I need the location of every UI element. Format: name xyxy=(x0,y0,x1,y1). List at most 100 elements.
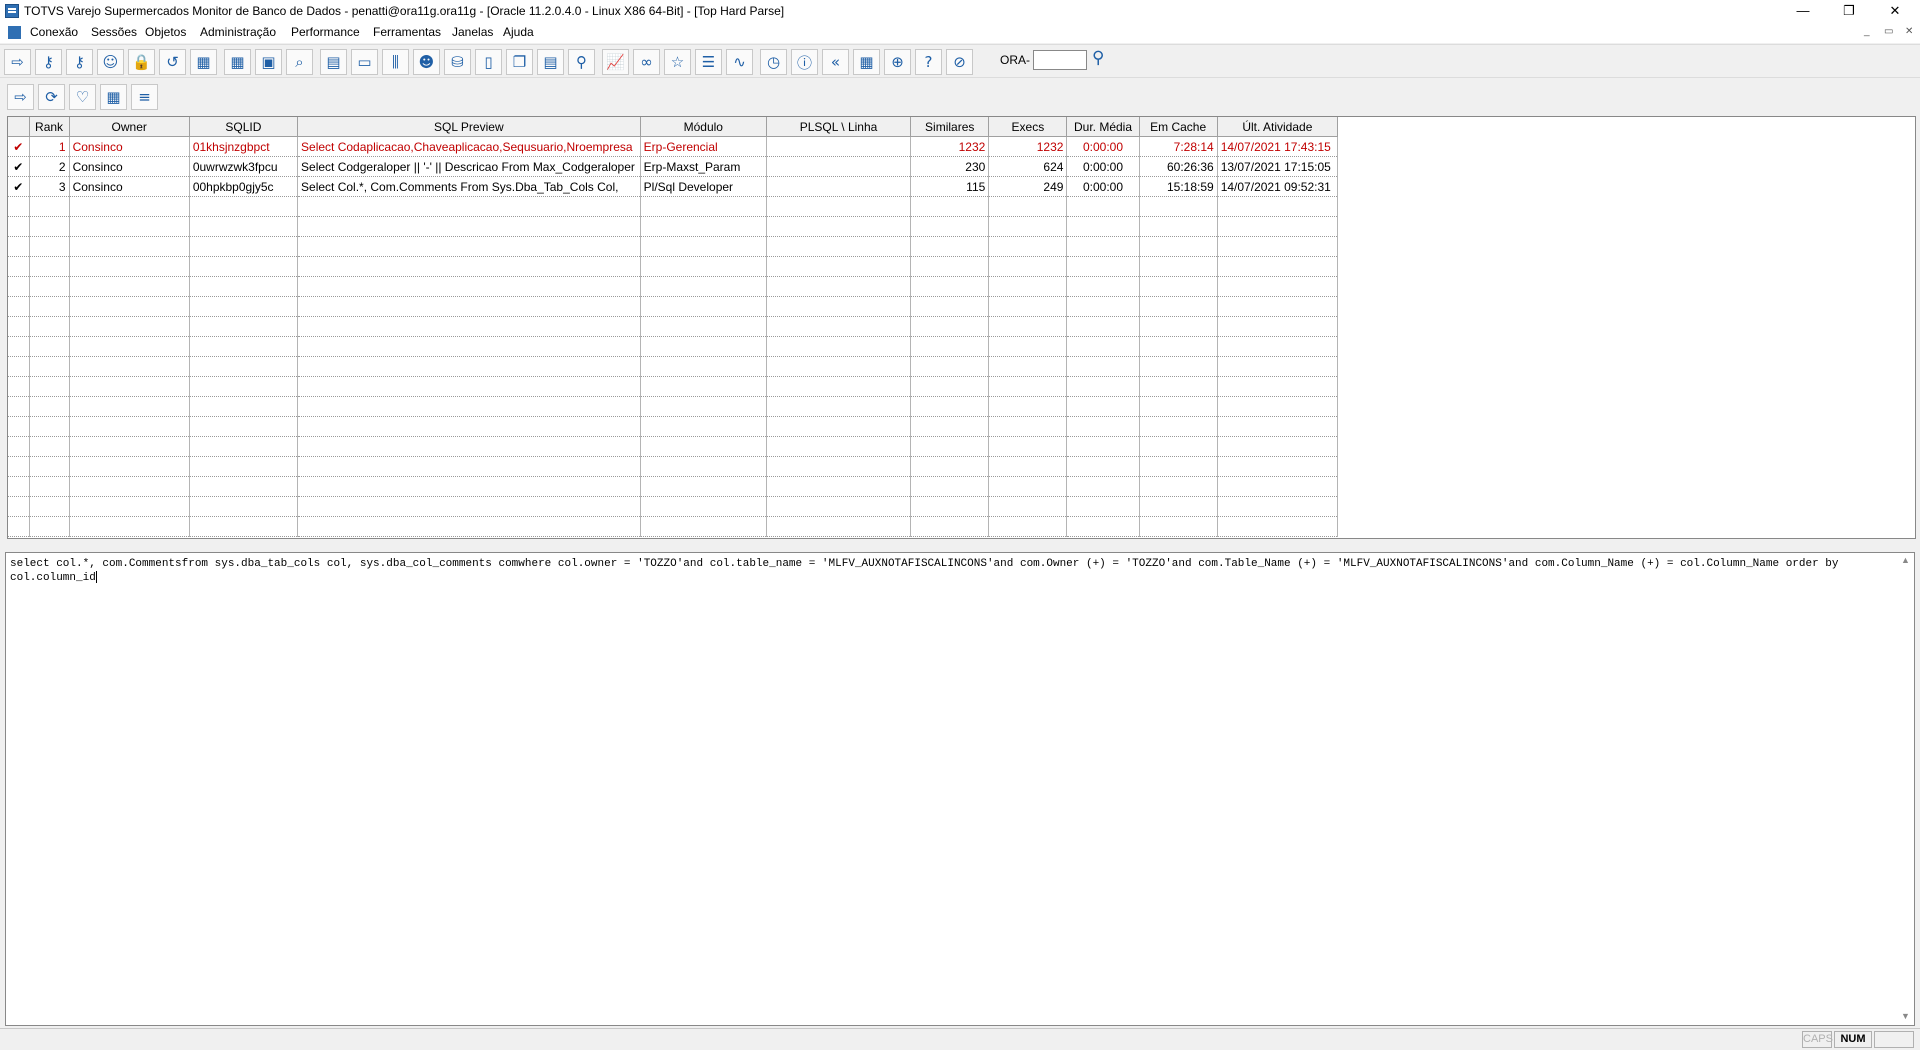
search-icon[interactable]: ⚲ xyxy=(1092,48,1104,68)
col-header-owner[interactable]: Owner xyxy=(69,117,190,137)
close-button[interactable]: ✕ xyxy=(1872,0,1918,23)
clock-icon[interactable]: ◷ xyxy=(760,49,787,75)
row-rank[interactable]: 3 xyxy=(29,176,70,197)
row-sqlid[interactable]: 0uwrwzwk3fpcu xyxy=(189,156,299,177)
list-icon[interactable]: ≡ xyxy=(131,84,158,110)
top-hard-parse-grid[interactable]: Rank Owner SQLID SQL Preview Módulo PLSQ… xyxy=(7,116,1916,539)
chart-icon[interactable]: 📈 xyxy=(602,49,629,75)
table-row[interactable]: ✔ 2 Consinco 0uwrwzwk3fpcu Select Codgeralop… xyxy=(8,156,1339,177)
row-module[interactable]: Pl/Sql Developer xyxy=(640,176,767,197)
row-sql-preview[interactable]: Select Codgeraloper || '-' || Descricao … xyxy=(297,156,641,177)
row-execs[interactable]: 1232 xyxy=(988,136,1068,157)
stop-icon[interactable]: ⊘ xyxy=(946,49,973,75)
exit-icon[interactable]: ⇨ xyxy=(4,49,31,75)
zoom-icon[interactable]: ⌕ xyxy=(286,49,313,75)
table-row[interactable]: ✔ 1 Consinco 01khsjnzgbpct Select Codaplicac… xyxy=(8,136,1339,157)
col-header-em-cache[interactable]: Em Cache xyxy=(1139,117,1218,137)
database-icon[interactable]: ⛁ xyxy=(444,49,471,75)
key-search-icon[interactable]: ⚷ xyxy=(66,49,93,75)
editor-scrollbar[interactable]: ▲ ▼ xyxy=(1898,553,1914,1025)
row-similares[interactable]: 230 xyxy=(910,156,990,177)
col-header-modulo[interactable]: Módulo xyxy=(640,117,767,137)
mdi-minimize-button[interactable]: _ xyxy=(1864,26,1870,37)
col-header-similares[interactable]: Similares xyxy=(910,117,990,137)
ora-error-input[interactable] xyxy=(1033,50,1087,70)
scroll-up-icon[interactable]: ▲ xyxy=(1901,555,1910,565)
lightbulb-icon[interactable]: ♡ xyxy=(69,84,96,110)
users-icon[interactable]: ☻ xyxy=(413,49,440,75)
row-owner[interactable]: Consinco xyxy=(69,176,190,197)
scroll-down-icon[interactable]: ▼ xyxy=(1901,1011,1910,1021)
row-similares[interactable]: 1232 xyxy=(910,136,990,157)
report-icon[interactable]: ▤ xyxy=(320,49,347,75)
col-header-execs[interactable]: Execs xyxy=(988,117,1068,137)
row-dur-media[interactable]: 0:00:00 xyxy=(1066,176,1140,197)
row-sqlid[interactable]: 01khsjnzgbpct xyxy=(189,136,299,157)
storage-icon[interactable]: ▭ xyxy=(351,49,378,75)
row-check[interactable]: ✔ xyxy=(8,156,30,177)
col-header-rank[interactable]: Rank xyxy=(29,117,70,137)
mdi-close-button[interactable]: ✕ xyxy=(1905,26,1913,37)
row-owner[interactable]: Consinco xyxy=(69,136,190,157)
calculator-icon[interactable]: ▦ xyxy=(853,49,880,75)
row-plsql[interactable] xyxy=(766,136,912,157)
exit-icon[interactable]: ⇨ xyxy=(7,84,34,110)
menu-ferramentas[interactable]: Ferramentas xyxy=(373,25,441,39)
menu-janelas[interactable]: Janelas xyxy=(452,25,493,39)
col-header-plsql-linha[interactable]: PLSQL \ Linha xyxy=(766,117,912,137)
row-check[interactable]: ✔ xyxy=(8,176,30,197)
rewind-icon[interactable]: « xyxy=(822,49,849,75)
row-em-cache[interactable]: 60:26:36 xyxy=(1139,156,1218,177)
pulse-icon[interactable]: ∿ xyxy=(726,49,753,75)
menu-sessoes[interactable]: Sessões xyxy=(91,25,137,39)
link-icon[interactable]: ∞ xyxy=(633,49,660,75)
row-dur-media[interactable]: 0:00:00 xyxy=(1066,156,1140,177)
row-execs[interactable]: 624 xyxy=(988,156,1068,177)
documents-icon[interactable]: ❐ xyxy=(506,49,533,75)
list-icon[interactable]: ☰ xyxy=(695,49,722,75)
calendar-settings-icon[interactable]: ▦ xyxy=(224,49,251,75)
row-module[interactable]: Erp-Gerencial xyxy=(640,136,767,157)
row-ult-atividade[interactable]: 14/07/2021 17:43:15 xyxy=(1217,136,1339,157)
history-icon[interactable]: ↺ xyxy=(159,49,186,75)
globe-icon[interactable]: ⊕ xyxy=(884,49,911,75)
calendar-icon[interactable]: ▦ xyxy=(100,84,127,110)
col-header-check[interactable] xyxy=(8,117,30,137)
row-dur-media[interactable]: 0:00:00 xyxy=(1066,136,1140,157)
table-row[interactable]: ✔ 3 Consinco 00hpkbp0gjy5c Select Col.*, Com… xyxy=(8,176,1339,197)
sql-editor[interactable]: select col.*, com.Commentsfrom sys.dba_t… xyxy=(5,552,1915,1026)
help-icon[interactable]: ? xyxy=(915,49,942,75)
row-ult-atividade[interactable]: 14/07/2021 09:52:31 xyxy=(1217,176,1339,197)
minimize-button[interactable]: — xyxy=(1780,0,1826,23)
row-module[interactable]: Erp-Maxst_Param xyxy=(640,156,767,177)
col-header-sqlid[interactable]: SQLID xyxy=(189,117,299,137)
row-similares[interactable]: 115 xyxy=(910,176,990,197)
restore-button[interactable]: ❐ xyxy=(1826,0,1872,23)
col-header-sql-preview[interactable]: SQL Preview xyxy=(297,117,641,137)
row-sql-preview[interactable]: Select Codaplicacao,Chaveaplicacao,Sequs… xyxy=(297,136,641,157)
sql-text[interactable]: select col.*, com.Commentsfrom sys.dba_t… xyxy=(10,557,1890,585)
row-em-cache[interactable]: 7:28:14 xyxy=(1139,136,1218,157)
mdi-restore-button[interactable]: ▭ xyxy=(1884,26,1893,37)
calendar-icon[interactable]: ▦ xyxy=(190,49,217,75)
menu-conexao[interactable]: Conexão xyxy=(30,25,78,39)
row-rank[interactable]: 2 xyxy=(29,156,70,177)
refresh-icon[interactable]: ⟳ xyxy=(38,84,65,110)
star-icon[interactable]: ☆ xyxy=(664,49,691,75)
row-check[interactable]: ✔ xyxy=(8,136,30,157)
menu-administracao[interactable]: Administração xyxy=(200,25,276,39)
row-sqlid[interactable]: 00hpkbp0gjy5c xyxy=(189,176,299,197)
lock-icon[interactable]: 🔒 xyxy=(128,49,155,75)
key-icon[interactable]: ⚷ xyxy=(35,49,62,75)
col-header-ult-atividade[interactable]: Últ. Atividade xyxy=(1217,117,1339,137)
col-header-dur-media[interactable]: Dur. Média xyxy=(1066,117,1140,137)
menu-performance[interactable]: Performance xyxy=(291,25,360,39)
row-owner[interactable]: Consinco xyxy=(69,156,190,177)
info-icon[interactable]: ⓘ xyxy=(791,49,818,75)
package-icon[interactable]: ▣ xyxy=(255,49,282,75)
document-icon[interactable]: ▯ xyxy=(475,49,502,75)
row-rank[interactable]: 1 xyxy=(29,136,70,157)
text-document-icon[interactable]: ▤ xyxy=(537,49,564,75)
row-sql-preview[interactable]: Select Col.*, Com.Comments From Sys.Dba_… xyxy=(297,176,641,197)
menu-ajuda[interactable]: Ajuda xyxy=(503,25,534,39)
